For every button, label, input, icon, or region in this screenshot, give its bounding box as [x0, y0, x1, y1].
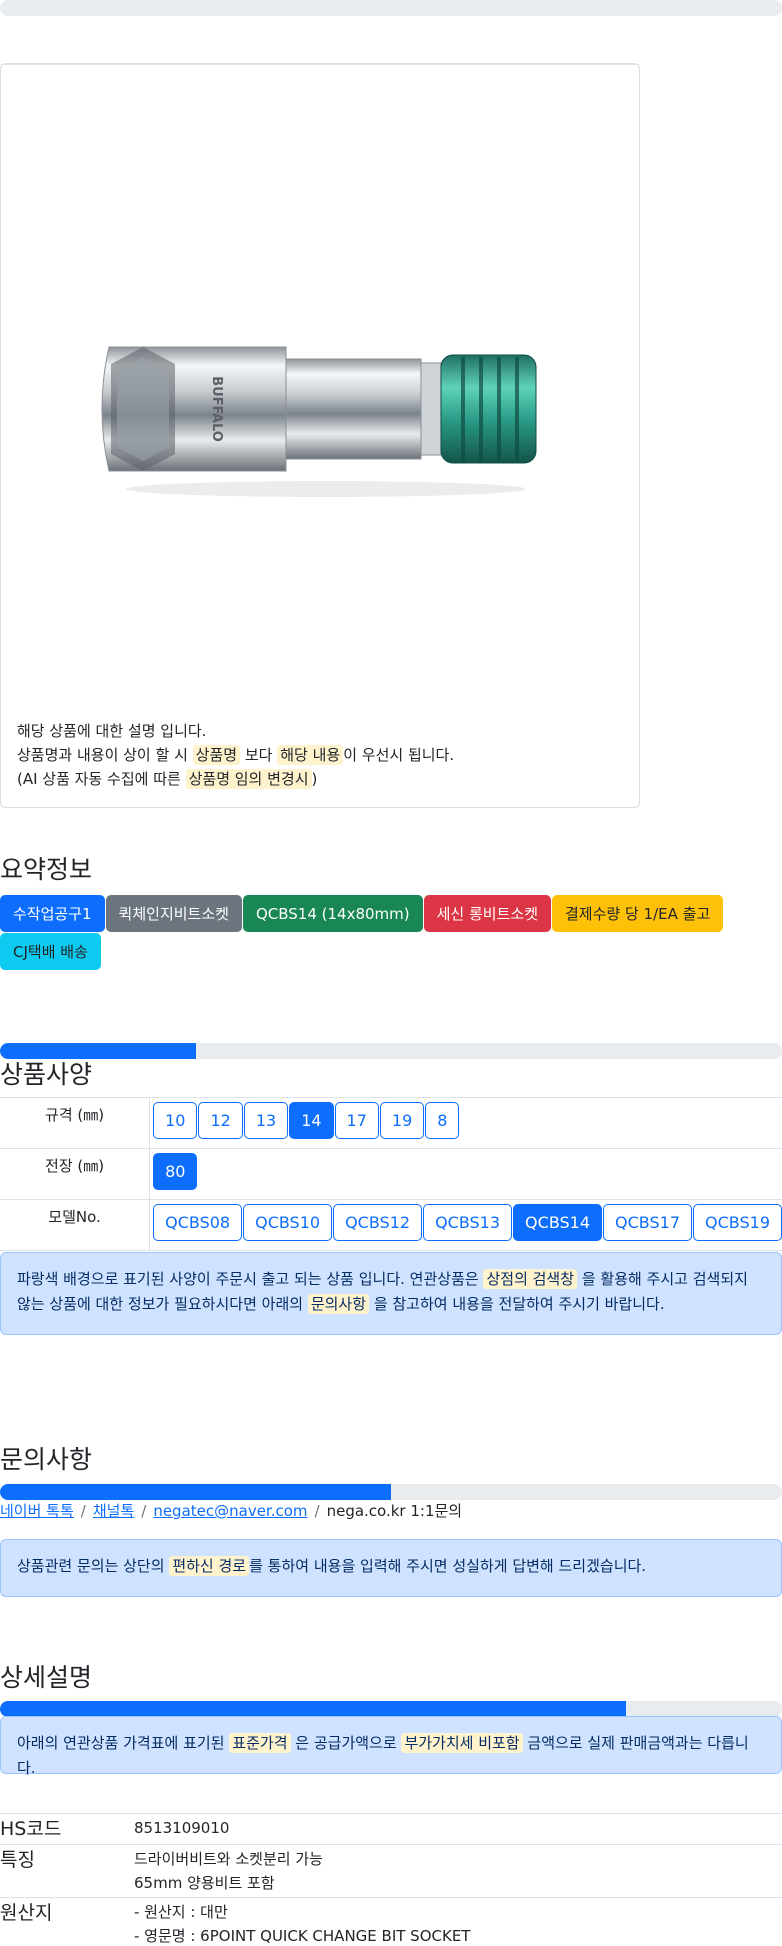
size-option[interactable]: 19	[379, 1102, 425, 1139]
notice-text: 파랑색 배경으로 표기된 사양이 주문시 출고 되는 상품 입니다. 연관상품은	[17, 1270, 479, 1288]
detail-title: 상세설명	[0, 1663, 93, 1692]
desc-text: 보다	[244, 746, 273, 764]
spec-title: 상품사양	[0, 1060, 93, 1089]
inquiry-progress-fill	[0, 1484, 391, 1500]
badge-shipping: CJ택배 배송	[0, 933, 101, 970]
model-option[interactable]: QCBS12	[333, 1204, 423, 1241]
model-option-group: QCBS08 QCBS10 QCBS12 QCBS13 QCBS14 QCBS1…	[153, 1204, 782, 1241]
size-option-group: 10 12 13 14 17 19 8	[153, 1102, 782, 1139]
model-option[interactable]: QCBS13	[423, 1204, 513, 1241]
size-option[interactable]: 10	[153, 1102, 198, 1139]
detail-line: 8513109010	[134, 1819, 230, 1837]
detail-progress-fill	[0, 1701, 626, 1717]
detail-key-origin: 원산지	[0, 1897, 134, 1946]
desc-text: )	[311, 770, 318, 788]
email-link[interactable]: negatec@naver.com	[153, 1502, 307, 1520]
badge-category: 수작업공구1	[0, 895, 105, 932]
spec-label-model: 모델No.	[0, 1199, 151, 1251]
badge-quantity: 결제수량 당 1/EA 출고	[552, 895, 724, 932]
highlight-standard-price: 표준가격	[229, 1733, 291, 1753]
spec-options-size: 10 12 13 14 17 19 8	[149, 1097, 782, 1149]
size-option[interactable]: 12	[198, 1102, 243, 1139]
desc-line-2: 상품명과 내용이 상이 할 시 상품명 보다 해당 내용 이 우선시 됩니다.	[17, 743, 454, 767]
notice-text: 아래의 연관상품 가격표에 표기된	[17, 1734, 225, 1752]
spec-table: 규격 (㎜) 10 12 13 14 17 19 8 전장 (㎜) 80 모델N…	[0, 1097, 782, 1251]
model-option-selected[interactable]: QCBS14	[513, 1204, 603, 1241]
naver-talk-link[interactable]: 네이버 톡톡	[0, 1502, 74, 1520]
highlight-vat: 부가가치세 비포함	[401, 1733, 523, 1753]
spec-row-length: 전장 (㎜) 80	[0, 1148, 782, 1200]
size-option[interactable]: 17	[334, 1102, 379, 1139]
detail-line: 65mm 양용비트 포함	[134, 1874, 275, 1892]
detail-value-hscode: 8513109010	[134, 1813, 782, 1845]
notice-text: 은 공급가액으로	[295, 1734, 397, 1752]
separator: /	[80, 1502, 86, 1520]
spec-row-size: 규격 (㎜) 10 12 13 14 17 19 8	[0, 1097, 782, 1149]
detail-key-hscode: HS코드	[0, 1813, 134, 1845]
length-option-selected[interactable]: 80	[153, 1153, 198, 1190]
site-inquiry-text: nega.co.kr 1:1문의	[326, 1502, 463, 1520]
inquiry-notice: 상품관련 문의는 상단의 편하신 경로 를 통하여 내용을 입력해 주시면 성실하…	[0, 1539, 782, 1597]
badge-brand: 세신 롱비트소켓	[423, 895, 551, 932]
size-option[interactable]: 13	[243, 1102, 289, 1139]
spec-row-model: 모델No. QCBS08 QCBS10 QCBS12 QCBS13 QCBS14…	[0, 1199, 782, 1251]
desc-text: 상품명과 내용이 상이 할 시	[17, 746, 188, 764]
badge-subcategory: 퀵체인지비트소켓	[105, 895, 242, 932]
size-option[interactable]: 8	[425, 1102, 460, 1139]
badge-model: QCBS14 (14x80mm)	[242, 895, 423, 932]
desc-text: 이 우선시 됩니다.	[343, 746, 455, 764]
separator: /	[314, 1502, 320, 1520]
inquiry-title: 문의사항	[0, 1445, 93, 1474]
model-option[interactable]: QCBS17	[603, 1204, 693, 1241]
desc-text: (AI 상품 자동 수집에 따른	[17, 770, 181, 788]
detail-progress-bar	[0, 1701, 782, 1717]
detail-row-origin: 원산지 - 원산지 : 대만 - 영문명 : 6POINT QUICK CHAN…	[0, 1897, 782, 1946]
model-option[interactable]: QCBS19	[693, 1204, 782, 1241]
desc-line-1: 해당 상품에 대한 설명 입니다.	[17, 722, 207, 740]
highlight-inquiry: 문의사항	[307, 1294, 370, 1314]
highlight-search: 상점의 검색창	[483, 1269, 578, 1289]
product-description: 해당 상품에 대한 설명 입니다. 상품명과 내용이 상이 할 시 상품명 보다…	[17, 719, 454, 791]
product-card: BUFFALO 해당 상품에 대한 설명 입니다. 상품명과 내용이 상이 할 …	[0, 63, 640, 808]
summary-badges: 수작업공구1 퀵체인지비트소켓 QCBS14 (14x80mm) 세신 롱비트소…	[0, 895, 740, 970]
spec-progress-bar	[0, 1043, 782, 1059]
spec-label-size: 규격 (㎜)	[0, 1097, 151, 1149]
highlight-route: 편하신 경로	[169, 1556, 250, 1576]
detail-value-origin: - 원산지 : 대만 - 영문명 : 6POINT QUICK CHANGE B…	[134, 1897, 782, 1946]
card-divider	[1, 64, 639, 65]
channel-talk-link[interactable]: 채널톡	[93, 1502, 134, 1520]
size-option-selected[interactable]: 14	[289, 1102, 334, 1139]
highlight-product-name: 상품명	[192, 745, 241, 765]
detail-row-hscode: HS코드 8513109010	[0, 1813, 782, 1845]
notice-text: 를 통하여 내용을 입력해 주시면 성실하게 답변해 드리겠습니다.	[249, 1557, 647, 1575]
contact-breadcrumb: 네이버 톡톡 / 채널톡 / negatec@naver.com / nega.co.kr …	[0, 1500, 462, 1521]
highlight-content: 해당 내용	[277, 745, 344, 765]
brand-engraving: BUFFALO	[209, 376, 224, 442]
product-image: BUFFALO	[101, 346, 537, 497]
detail-line: - 원산지 : 대만	[134, 1903, 228, 1921]
top-progress-bar	[0, 0, 782, 16]
detail-line: - 영문명 : 6POINT QUICK CHANGE BIT SOCKET	[134, 1927, 471, 1945]
spec-notice: 파랑색 배경으로 표기된 사양이 주문시 출고 되는 상품 입니다. 연관상품은…	[0, 1252, 782, 1335]
detail-line: 드라이버비트와 소켓분리 가능	[134, 1850, 323, 1868]
detail-notice: 아래의 연관상품 가격표에 표기된 표준가격 은 공급가액으로 부가가치세 비포…	[0, 1716, 782, 1777]
spec-options-length: 80	[149, 1148, 782, 1200]
detail-row-feature: 특징 드라이버비트와 소켓분리 가능 65mm 양용비트 포함	[0, 1844, 782, 1898]
detail-value-feature: 드라이버비트와 소켓분리 가능 65mm 양용비트 포함	[134, 1844, 782, 1898]
detail-table: HS코드 8513109010 특징 드라이버비트와 소켓분리 가능 65mm …	[0, 1813, 782, 1946]
separator: /	[141, 1502, 147, 1520]
summary-title: 요약정보	[0, 855, 93, 884]
desc-line-3: (AI 상품 자동 수집에 따른 상품명 임의 변경시)	[17, 767, 454, 791]
model-option[interactable]: QCBS10	[243, 1204, 333, 1241]
notice-text: 을 참고하여 내용을 전달하여 주시기 바랍니다.	[373, 1295, 665, 1313]
notice-text: 상품관련 문의는 상단의	[17, 1557, 165, 1575]
detail-key-feature: 특징	[0, 1844, 134, 1898]
spec-label-length: 전장 (㎜)	[0, 1148, 151, 1200]
model-option[interactable]: QCBS08	[153, 1204, 243, 1241]
highlight-name-change: 상품명 임의 변경시	[185, 769, 312, 789]
length-option-group: 80	[153, 1153, 782, 1190]
spec-options-model: QCBS08 QCBS10 QCBS12 QCBS13 QCBS14 QCBS1…	[149, 1199, 782, 1251]
inquiry-progress-bar	[0, 1484, 782, 1500]
